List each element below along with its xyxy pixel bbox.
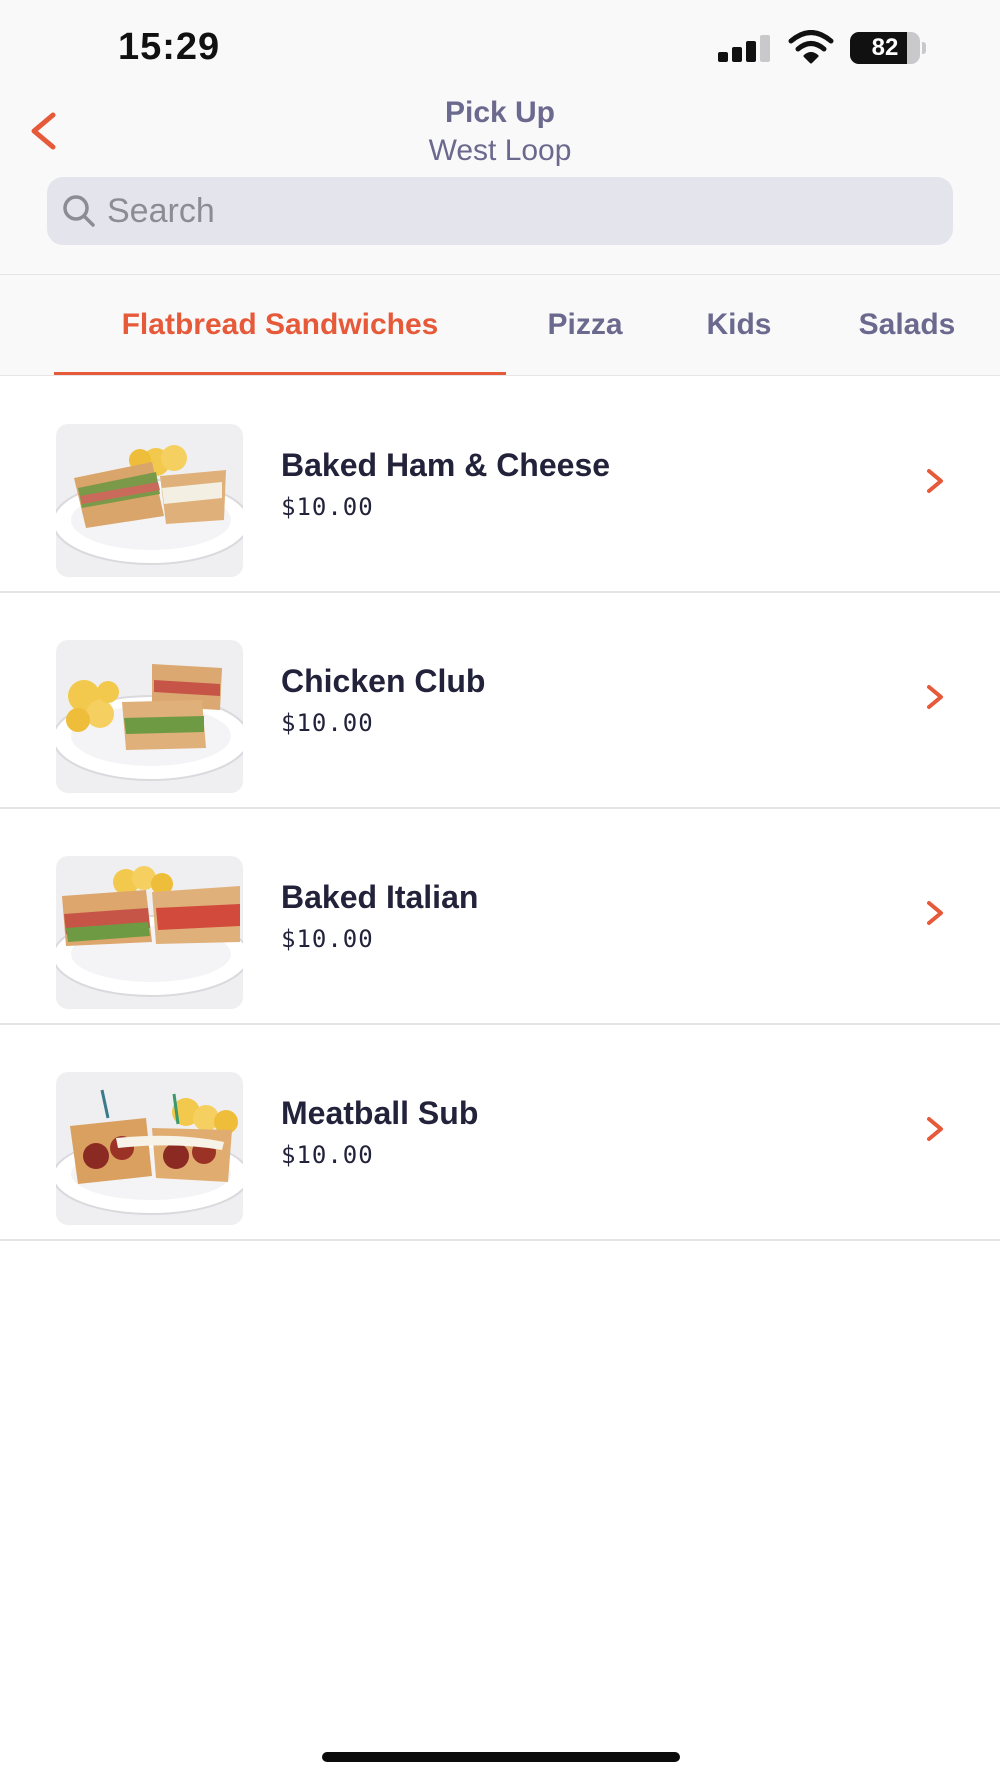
item-photo: [56, 856, 243, 1009]
tab-kids[interactable]: Kids: [686, 276, 792, 376]
status-time: 15:29: [118, 26, 221, 68]
item-name: Baked Italian: [281, 879, 479, 915]
header-area: 15:29 82 Pick Up West Loop Search Flatbr…: [0, 0, 1000, 376]
item-price: $10.00: [281, 925, 374, 953]
status-bar: 15:29 82: [0, 0, 1000, 100]
tab-flatbread-sandwiches[interactable]: Flatbread Sandwiches: [54, 276, 506, 376]
item-name: Meatball Sub: [281, 1095, 479, 1131]
wifi-icon: [788, 30, 834, 64]
search-bar[interactable]: [47, 177, 953, 245]
category-tabs: Flatbread Sandwiches Pizza Kids Salads: [0, 276, 1000, 376]
tab-salads[interactable]: Salads: [838, 276, 976, 376]
tab-pizza[interactable]: Pizza: [530, 276, 640, 376]
item-price: $10.00: [281, 709, 374, 737]
item-name: Chicken Club: [281, 663, 486, 699]
item-photo: [56, 640, 243, 793]
chevron-right-icon: [927, 469, 943, 493]
item-name: Baked Ham & Cheese: [281, 447, 611, 483]
tabs-divider: [0, 375, 1000, 376]
menu-item-baked-ham-cheese[interactable]: Baked Ham & Cheese $10.00: [0, 377, 1000, 593]
menu-item-meatball-sub[interactable]: Meatball Sub $10.00: [0, 1025, 1000, 1241]
item-photo: [56, 424, 243, 577]
home-indicator[interactable]: [322, 1752, 680, 1762]
chevron-right-icon: [927, 1117, 943, 1141]
search-input[interactable]: [107, 177, 927, 245]
item-photo: [56, 1072, 243, 1225]
location-subtitle: West Loop: [428, 134, 572, 167]
cellular-signal-icon: [718, 34, 772, 62]
header-divider: [0, 274, 1000, 275]
chevron-right-icon: [927, 901, 943, 925]
menu-list: Baked Ham & Cheese $10.00 Chicken Club $…: [0, 377, 1000, 1241]
item-price: $10.00: [281, 493, 374, 521]
menu-item-chicken-club[interactable]: Chicken Club $10.00: [0, 593, 1000, 809]
menu-item-baked-italian[interactable]: Baked Italian $10.00: [0, 809, 1000, 1025]
search-icon: [63, 195, 95, 227]
battery-icon: 82: [850, 32, 926, 64]
chevron-right-icon: [927, 685, 943, 709]
battery-percent: 82: [871, 34, 899, 61]
navigation-header: Pick Up West Loop: [0, 90, 1000, 170]
page-title: Pick Up: [444, 96, 556, 129]
item-price: $10.00: [281, 1141, 374, 1169]
